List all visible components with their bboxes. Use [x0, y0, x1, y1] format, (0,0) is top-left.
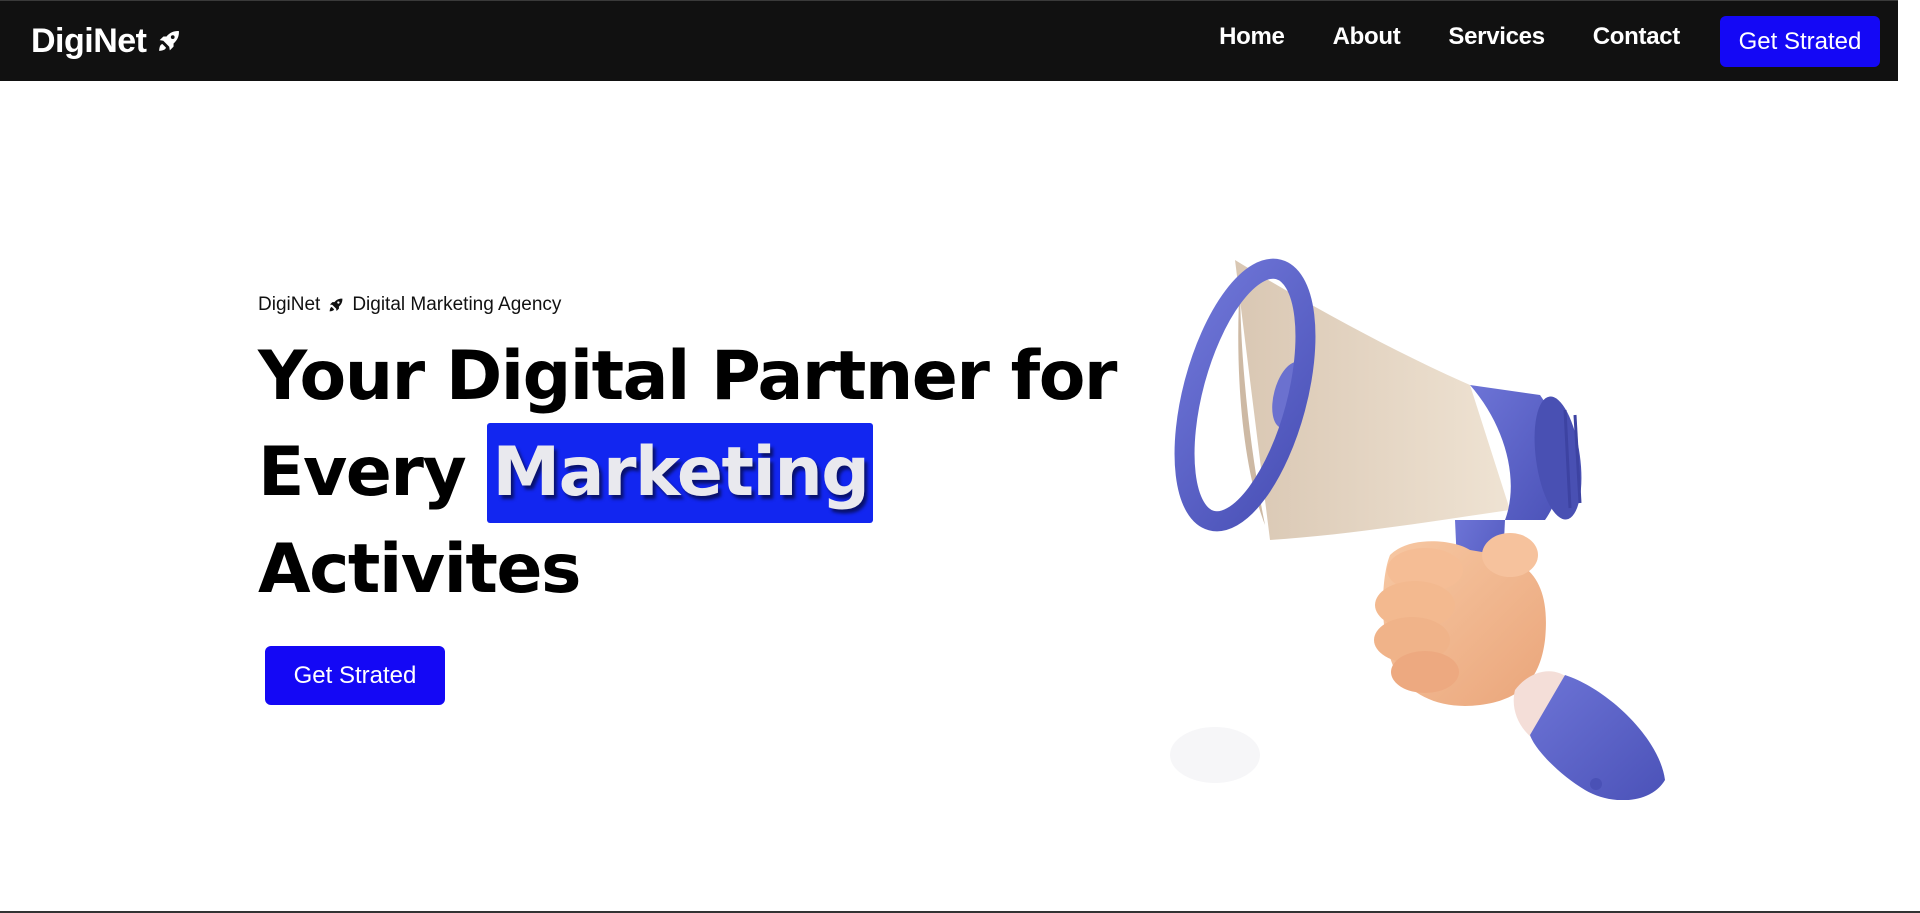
- eyebrow-text: Digital Marketing Agency: [352, 294, 562, 315]
- nav-link-about[interactable]: About: [1333, 23, 1401, 51]
- nav-get-started-button[interactable]: Get Strated: [1720, 16, 1880, 67]
- nav-link-contact[interactable]: Contact: [1593, 23, 1681, 51]
- brand-logo[interactable]: DigiNet: [31, 19, 183, 63]
- hero-get-started-button[interactable]: Get Strated: [265, 646, 445, 705]
- nav-link-home[interactable]: Home: [1219, 23, 1285, 51]
- headline-highlight: Marketing: [487, 423, 874, 523]
- hand: [1374, 533, 1546, 706]
- nav-link-services[interactable]: Services: [1448, 23, 1545, 51]
- headline-line-2-prefix: Every: [258, 433, 488, 512]
- navbar: DigiNet Home About Services Contact Get …: [0, 0, 1898, 81]
- hero-eyebrow: DigiNet Digital Marketing Agency: [258, 290, 1118, 320]
- hero-headline: Your Digital Partner for Every Marketing…: [258, 330, 1118, 616]
- headline-line-2: Every Marketing: [258, 423, 1118, 523]
- sleeve-button: [1590, 778, 1602, 790]
- rocket-icon: [158, 31, 179, 51]
- rocket-icon: [329, 298, 343, 312]
- headline-line-3: Activites: [258, 530, 581, 609]
- megaphone-hand-illustration: [1170, 258, 1665, 800]
- headline-line-1: Your Digital Partner for: [258, 337, 1117, 416]
- hero-section: DigiNet Digital Marketing Agency Your Di…: [258, 290, 1118, 705]
- ghost-shadow: [1170, 727, 1260, 783]
- nav-links: Home About Services Contact: [1219, 23, 1680, 51]
- brand-name: DigiNet: [31, 21, 147, 60]
- eyebrow-brand: DigiNet: [258, 294, 321, 315]
